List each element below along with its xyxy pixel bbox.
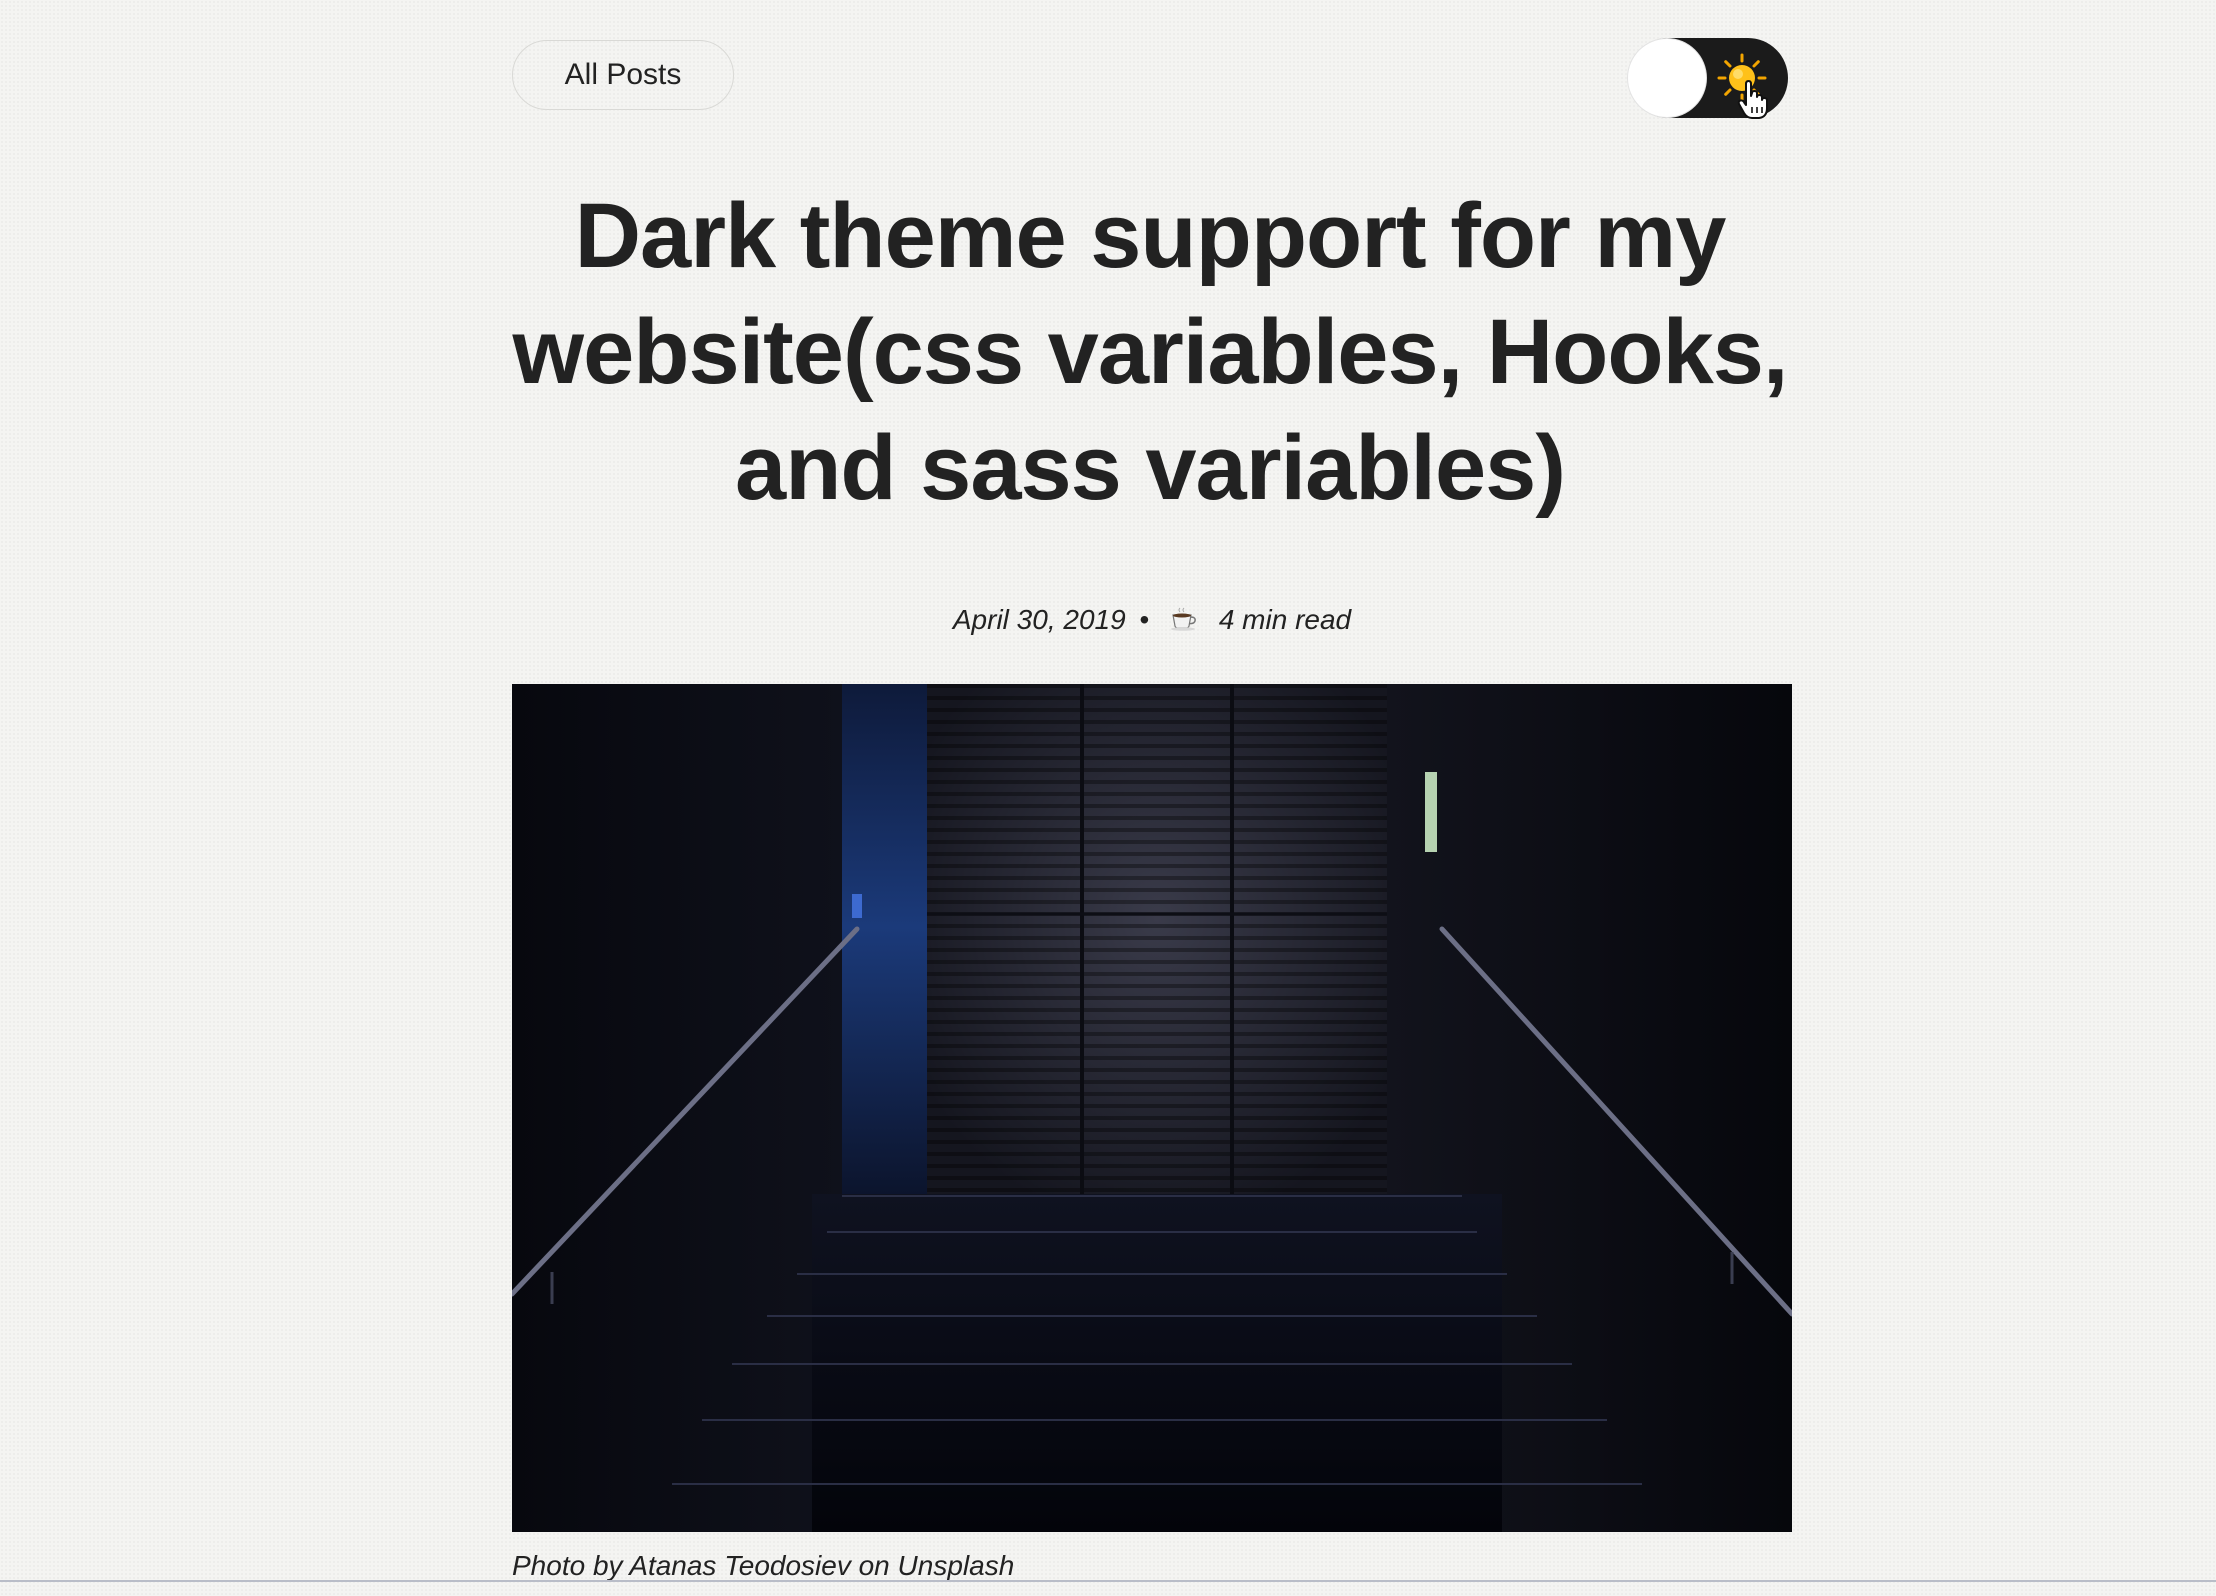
meta-separator: • bbox=[1139, 604, 1150, 635]
hand-cursor-icon bbox=[1737, 80, 1768, 119]
all-posts-button[interactable]: All Posts bbox=[512, 40, 734, 110]
post-date: April 30, 2019 bbox=[952, 604, 1126, 635]
toggle-knob[interactable] bbox=[1628, 39, 1706, 117]
post-title: Dark theme support for my website(css va… bbox=[512, 185, 1789, 519]
read-time: 4 min read bbox=[1218, 604, 1352, 635]
theme-toggle[interactable] bbox=[1628, 38, 1788, 119]
hero-image bbox=[512, 684, 1792, 1532]
coffee-icon bbox=[1171, 607, 1196, 631]
post-meta: April 30, 2019 • 4 min read bbox=[512, 600, 1792, 640]
top-bar: All Posts bbox=[512, 38, 1792, 119]
window-bottom-edge bbox=[0, 1580, 2216, 1582]
